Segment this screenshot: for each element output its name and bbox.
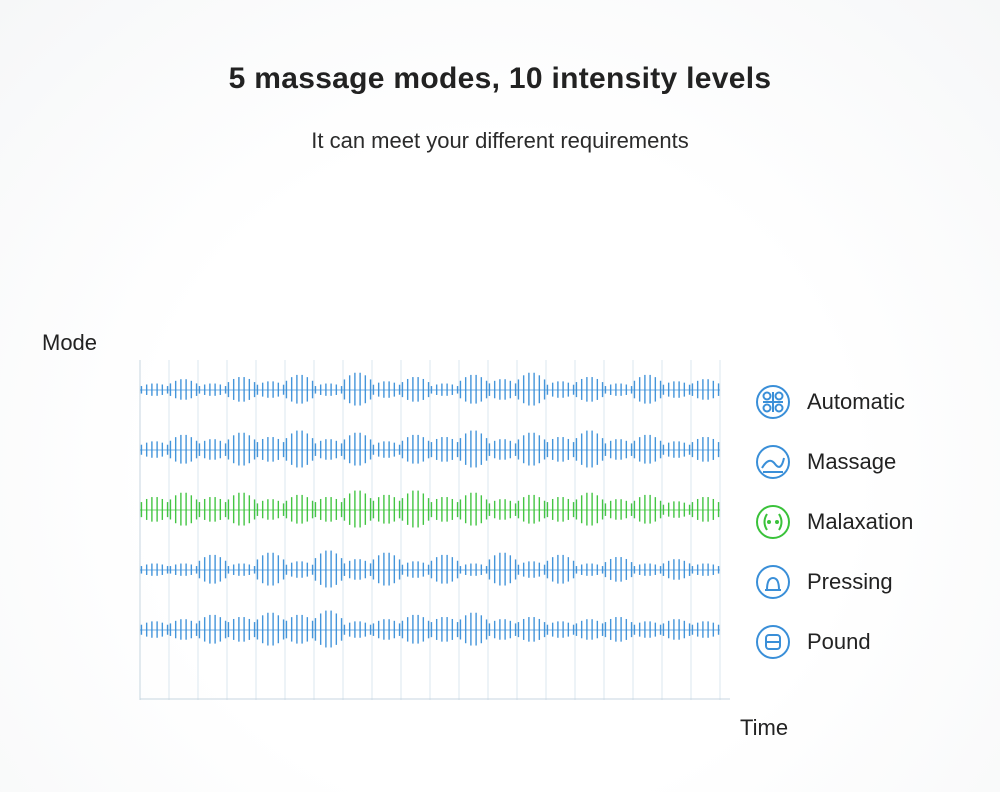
page-subtitle: It can meet your different requirements	[0, 128, 1000, 154]
mode-row-pound: Pound	[755, 612, 985, 672]
automatic-icon	[755, 384, 791, 420]
mode-row-pressing: Pressing	[755, 552, 985, 612]
malaxation-icon	[755, 504, 791, 540]
pressing-icon	[755, 564, 791, 600]
mode-row-massage: Massage	[755, 432, 985, 492]
waveform-chart	[130, 360, 730, 700]
page-title: 5 massage modes, 10 intensity levels	[0, 62, 1000, 96]
mode-label: Pound	[807, 629, 871, 655]
mode-label: Automatic	[807, 389, 905, 415]
chart-area	[130, 360, 730, 700]
mode-row-malaxation: Malaxation	[755, 492, 985, 552]
page-root: 5 massage modes, 10 intensity levels It …	[0, 0, 1000, 792]
pound-icon	[755, 624, 791, 660]
x-axis-label: Time	[740, 715, 788, 741]
massage-icon	[755, 444, 791, 480]
mode-row-automatic: Automatic	[755, 372, 985, 432]
mode-legend: Automatic Massage Malaxation	[755, 372, 985, 672]
y-axis-label: Mode	[42, 330, 97, 356]
mode-label: Malaxation	[807, 509, 913, 535]
mode-label: Pressing	[807, 569, 893, 595]
mode-label: Massage	[807, 449, 896, 475]
